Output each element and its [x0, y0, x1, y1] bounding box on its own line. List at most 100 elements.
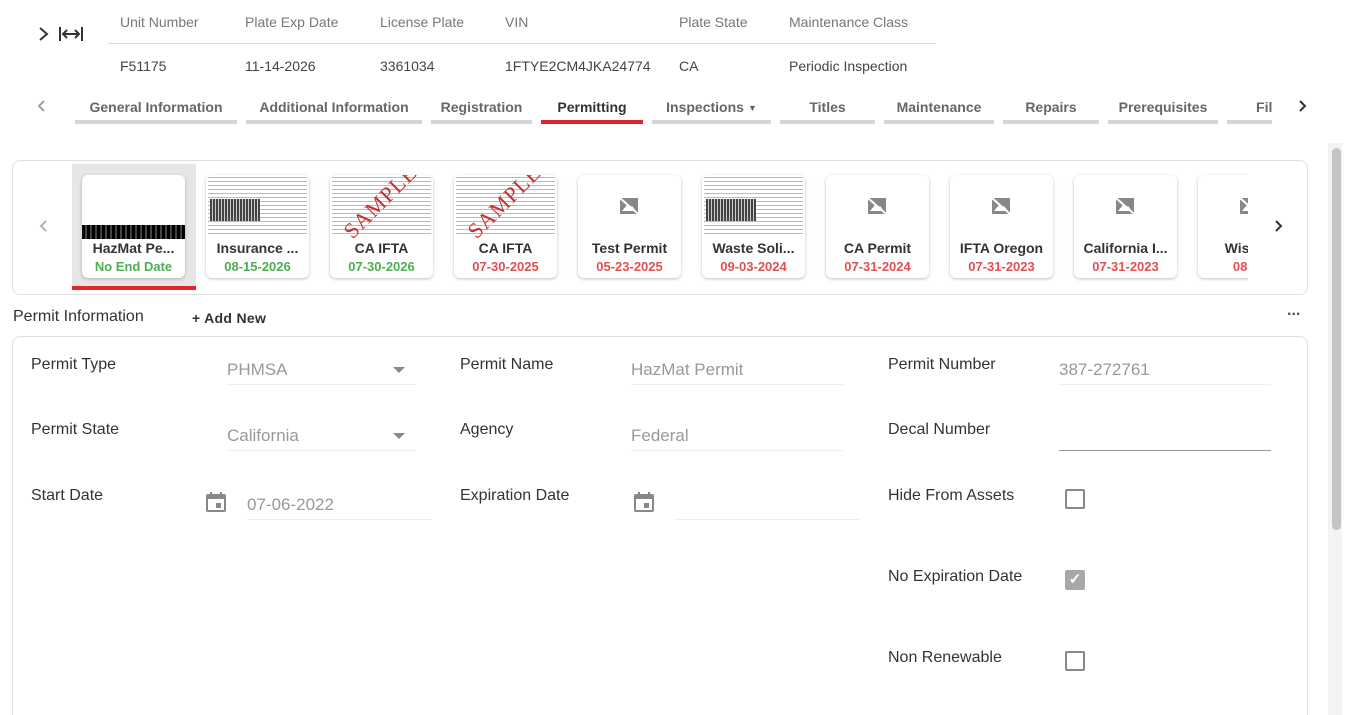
tab-label: Repairs	[1025, 99, 1077, 115]
table-cell: F51175	[120, 58, 167, 74]
document-card-slot[interactable]: Insurance ... 08-15-2026	[196, 164, 320, 290]
expiration-date-input[interactable]	[675, 490, 860, 520]
agency-input[interactable]: Federal	[631, 421, 843, 451]
asset-summary-table: Unit Number Plate Exp Date License Plate…	[108, 0, 936, 88]
decal-number-input[interactable]	[1059, 421, 1271, 451]
tab-maintenance[interactable]: Maintenance	[884, 94, 994, 124]
permit-form	[12, 336, 1308, 715]
permit-state-label: Permit State	[31, 421, 120, 438]
broken-image-icon	[867, 197, 887, 215]
document-title: IFTA Oregon	[959, 240, 1044, 256]
document-title: HazMat Pe...	[92, 240, 175, 256]
document-card-slot[interactable]: SAMPLE CA IFTA 07-30-2025	[444, 164, 568, 290]
broken-image-icon	[619, 197, 639, 215]
calendar-icon[interactable]	[633, 491, 655, 513]
document-image-block	[210, 199, 260, 221]
tab-registration[interactable]: Registration	[431, 94, 532, 124]
document-end-date: 09-03-2024	[720, 259, 787, 274]
document-card[interactable]: SAMPLE CA IFTA 07-30-2026	[330, 175, 433, 278]
column-header: Maintenance Class	[789, 13, 909, 30]
tab-additional-information[interactable]: Additional Information	[246, 94, 422, 124]
permit-type-select[interactable]: PHMSA	[227, 355, 416, 385]
document-thumbnail	[1198, 175, 1248, 239]
tab-label: Files	[1256, 99, 1272, 115]
document-thumbnail	[1074, 175, 1177, 239]
document-card-slot[interactable]: California I... 07-31-2023	[1064, 164, 1188, 290]
table-row[interactable]: F51175 11-14-2026 3361034 1FTYE2CM4JKA24…	[108, 44, 936, 88]
document-end-date: 07-31-2023	[1092, 259, 1159, 274]
tabs-scroll-right-button[interactable]	[1292, 96, 1312, 116]
permit-name-input[interactable]: HazMat Permit	[631, 355, 843, 385]
document-thumbnail	[950, 175, 1053, 239]
document-title: Test Permit	[591, 240, 668, 256]
document-card-slot[interactable]: SAMPLE CA IFTA 07-30-2026	[320, 164, 444, 290]
document-card[interactable]: Insurance ... 08-15-2026	[206, 175, 309, 278]
carousel-next-button[interactable]	[1270, 216, 1286, 236]
tab-general-information[interactable]: General Information	[75, 94, 237, 124]
permit-number-label: Permit Number	[888, 356, 996, 373]
expand-panel-button[interactable]	[36, 24, 52, 44]
document-title: CA IFTA	[478, 240, 533, 256]
table-cell: CA	[679, 58, 699, 74]
tab-label: Additional Information	[259, 99, 409, 115]
document-card[interactable]: Waste Soli... 09-03-2024	[702, 175, 805, 278]
permit-name-label: Permit Name	[460, 356, 554, 373]
document-end-date: 08-06	[1232, 259, 1248, 274]
hide-from-assets-checkbox[interactable]	[1065, 489, 1085, 509]
document-card-slot[interactable]: Waste Soli... 09-03-2024	[692, 164, 816, 290]
document-thumbnail: SAMPLE	[454, 175, 557, 239]
tab-prerequisites[interactable]: Prerequisites	[1108, 94, 1218, 124]
decal-number-label: Decal Number	[888, 421, 991, 438]
tabs-scroll-left-button[interactable]	[32, 96, 52, 116]
more-options-icon[interactable]: ...	[1287, 302, 1300, 320]
column-header: License Plate	[380, 13, 465, 30]
permit-number-input[interactable]: 387-272761	[1059, 355, 1271, 385]
document-card[interactable]: CA Permit 07-31-2024	[826, 175, 929, 278]
tab-bar: General Information Additional Informati…	[75, 94, 1272, 126]
permit-state-select[interactable]: California	[227, 421, 416, 451]
fit-width-button[interactable]	[58, 24, 84, 44]
column-header: VIN	[505, 13, 529, 30]
document-card[interactable]: Test Permit 05-23-2025	[578, 175, 681, 278]
non-renewable-checkbox[interactable]	[1065, 651, 1085, 671]
document-card[interactable]: SAMPLE CA IFTA 07-30-2025	[454, 175, 557, 278]
document-end-date: 05-23-2025	[596, 259, 663, 274]
no-expiration-date-checkbox[interactable]: ✓	[1065, 570, 1085, 590]
chevron-left-icon	[37, 100, 45, 112]
no-expiration-date-label: No Expiration Date	[888, 568, 1023, 585]
column-header: Plate State	[679, 13, 748, 30]
document-thumbnail	[82, 175, 185, 239]
document-card[interactable]: Wiscon 08-06	[1198, 175, 1248, 278]
carousel-prev-button[interactable]	[36, 216, 52, 236]
document-card-slot[interactable]: CA Permit 07-31-2024	[816, 164, 940, 290]
document-end-date: 07-31-2024	[844, 259, 911, 274]
document-card[interactable]: IFTA Oregon 07-31-2023	[950, 175, 1053, 278]
expiration-date-label: Expiration Date	[460, 487, 570, 504]
document-title: CA IFTA	[354, 240, 409, 256]
document-card-slot[interactable]: Test Permit 05-23-2025	[568, 164, 692, 290]
tab-repairs[interactable]: Repairs	[1003, 94, 1099, 124]
tab-permitting[interactable]: Permitting	[541, 94, 643, 124]
tab-inspections[interactable]: Inspections ▼	[652, 94, 771, 124]
document-card-slot[interactable]: Wiscon 08-06	[1188, 164, 1248, 290]
document-card-slot[interactable]: HazMat Pe... No End Date	[72, 164, 196, 290]
document-end-date: 07-30-2026	[348, 259, 415, 274]
tab-label: Prerequisites	[1118, 99, 1208, 115]
chevron-left-icon	[39, 220, 47, 232]
tab-titles[interactable]: Titles	[780, 94, 875, 124]
start-date-input[interactable]: 07-06-2022	[247, 490, 432, 520]
document-card[interactable]: HazMat Pe... No End Date	[82, 175, 185, 278]
vertical-scrollbar-thumb[interactable]	[1332, 148, 1341, 530]
add-new-permit-button[interactable]: + Add New	[192, 310, 266, 326]
calendar-icon[interactable]	[205, 491, 227, 513]
document-card-slot[interactable]: IFTA Oregon 07-31-2023	[940, 164, 1064, 290]
document-card[interactable]: California I... 07-31-2023	[1074, 175, 1177, 278]
tab-label: Inspections	[666, 99, 744, 115]
dropdown-arrow-icon	[393, 433, 405, 439]
document-thumbnail	[826, 175, 929, 239]
table-cell: 11-14-2026	[245, 58, 316, 74]
document-title: California I...	[1083, 240, 1168, 256]
permit-type-label: Permit Type	[31, 356, 117, 373]
tab-files[interactable]: Files	[1227, 94, 1272, 124]
document-thumbnail: SAMPLE	[330, 175, 433, 239]
